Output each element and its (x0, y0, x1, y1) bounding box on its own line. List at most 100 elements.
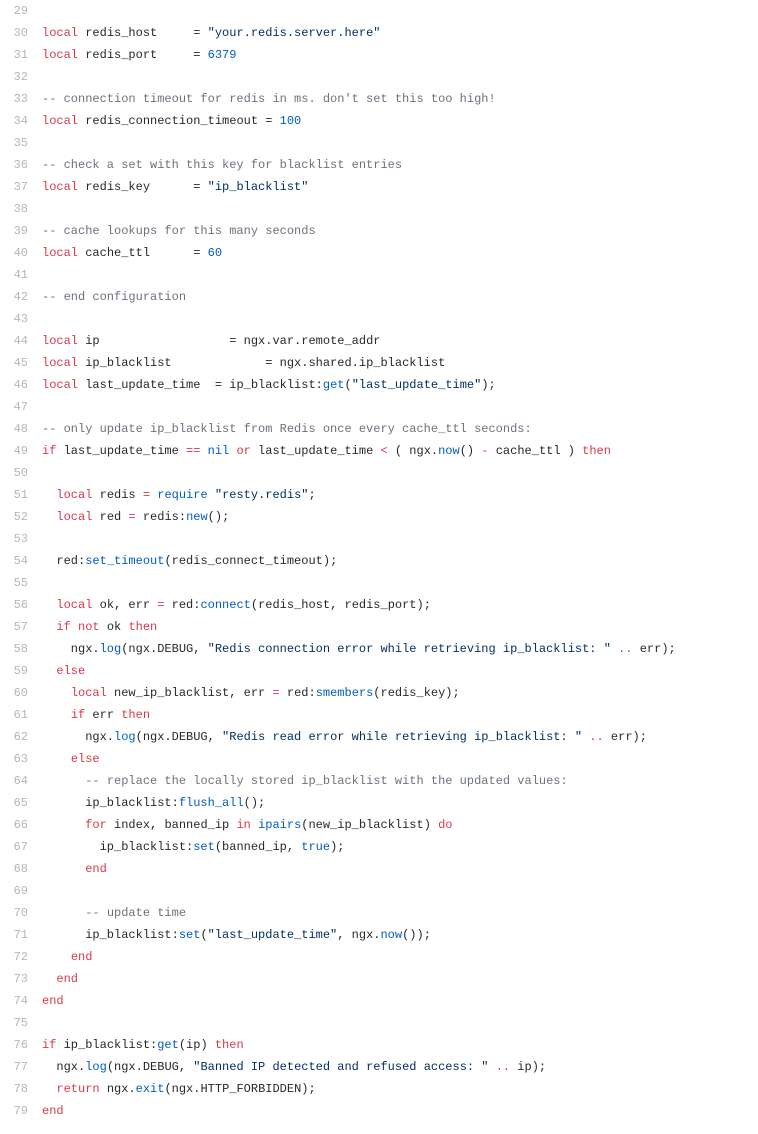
line-content: ngx.log(ngx.DEBUG, "Banned IP detected a… (42, 1056, 758, 1078)
token-id: (ngx.HTTP_FORBIDDEN); (164, 1082, 315, 1096)
token-str: "ip_blacklist" (208, 180, 309, 194)
line-content: -- end configuration (42, 286, 758, 308)
line-content: local redis = require "resty.redis"; (42, 484, 758, 506)
token-cmt: -- end configuration (42, 290, 186, 304)
code-line: 49if last_update_time == nil or last_upd… (0, 440, 758, 462)
token-kw: == (186, 444, 200, 458)
code-line: 75 (0, 1012, 758, 1034)
code-line: 46local last_update_time = ip_blacklist:… (0, 374, 758, 396)
token-id: new_ip_blacklist, err (107, 686, 273, 700)
code-line: 64 -- replace the locally stored ip_blac… (0, 770, 758, 792)
line-content: for index, banned_ip in ipairs(new_ip_bl… (42, 814, 758, 836)
token-id: ngx. (42, 1060, 85, 1074)
token-id (42, 1082, 56, 1096)
line-content (42, 396, 758, 418)
token-kw: else (56, 664, 85, 678)
line-content: end (42, 1100, 758, 1122)
token-kw: local (42, 114, 78, 128)
code-line: 69 (0, 880, 758, 902)
line-number: 50 (0, 462, 42, 484)
token-fn: get (323, 378, 345, 392)
line-content: return ngx.exit(ngx.HTTP_FORBIDDEN); (42, 1078, 758, 1100)
line-number: 59 (0, 660, 42, 682)
token-id: ip_blacklist: (42, 796, 179, 810)
line-number: 43 (0, 308, 42, 330)
token-kw: then (582, 444, 611, 458)
token-num: 6379 (208, 48, 237, 62)
line-number: 54 (0, 550, 42, 572)
token-kw: local (42, 356, 78, 370)
token-id: (banned_ip, (215, 840, 301, 854)
line-number: 62 (0, 726, 42, 748)
token-id: ip); (510, 1060, 546, 1074)
line-number: 63 (0, 748, 42, 770)
code-line: 77 ngx.log(ngx.DEBUG, "Banned IP detecte… (0, 1056, 758, 1078)
token-id: err (85, 708, 121, 722)
token-id: red: (42, 554, 85, 568)
line-number: 57 (0, 616, 42, 638)
token-kw: if (71, 708, 85, 722)
code-line: 66 for index, banned_ip in ipairs(new_ip… (0, 814, 758, 836)
token-id: redis_connection_timeout (78, 114, 265, 128)
token-kw: if (56, 620, 70, 634)
line-content: local redis_key = "ip_blacklist" (42, 176, 758, 198)
token-id: = (265, 114, 279, 128)
token-str: "last_update_time" (208, 928, 338, 942)
line-number: 74 (0, 990, 42, 1012)
token-id: = ngx.shared.ip_blacklist (265, 356, 445, 370)
line-number: 66 (0, 814, 42, 836)
token-fn: now (380, 928, 402, 942)
token-fn: get (157, 1038, 179, 1052)
token-fn: log (100, 642, 122, 656)
token-id: redis_port (78, 48, 193, 62)
token-cmt: -- cache lookups for this many seconds (42, 224, 316, 238)
code-line: 38 (0, 198, 758, 220)
token-id: ( ngx. (388, 444, 438, 458)
code-line: 72 end (0, 946, 758, 968)
token-kw: end (42, 994, 64, 1008)
code-line: 50 (0, 462, 758, 484)
token-id: err); (633, 642, 676, 656)
token-fn: set_timeout (85, 554, 164, 568)
line-number: 67 (0, 836, 42, 858)
code-line: 57 if not ok then (0, 616, 758, 638)
line-number: 58 (0, 638, 42, 660)
token-id: cache_ttl ) (489, 444, 583, 458)
line-content: -- check a set with this key for blackli… (42, 154, 758, 176)
line-number: 77 (0, 1056, 42, 1078)
token-id (42, 488, 56, 502)
token-id (71, 620, 78, 634)
line-number: 31 (0, 44, 42, 66)
line-number: 70 (0, 902, 42, 924)
line-number: 72 (0, 946, 42, 968)
line-content: if not ok then (42, 616, 758, 638)
line-content (42, 132, 758, 154)
token-id (42, 664, 56, 678)
line-number: 42 (0, 286, 42, 308)
token-kw: - (481, 444, 488, 458)
code-line: 44local ip = ngx.var.remote_addr (0, 330, 758, 352)
token-id: ok (100, 620, 129, 634)
line-number: 60 (0, 682, 42, 704)
line-content: ngx.log(ngx.DEBUG, "Redis read error whi… (42, 726, 758, 748)
token-id: = (193, 246, 207, 260)
line-number: 49 (0, 440, 42, 462)
code-line: 60 local new_ip_blacklist, err = red:sme… (0, 682, 758, 704)
token-id: (ngx.DEBUG, (121, 642, 207, 656)
code-block: 29 30local redis_host = "your.redis.serv… (0, 0, 758, 1122)
code-line: 76if ip_blacklist:get(ip) then (0, 1034, 758, 1056)
line-number: 68 (0, 858, 42, 880)
line-content: end (42, 858, 758, 880)
line-number: 53 (0, 528, 42, 550)
line-number: 64 (0, 770, 42, 792)
code-line: 56 local ok, err = red:connect(redis_hos… (0, 594, 758, 616)
token-id: last_update_time (251, 444, 381, 458)
token-kw: .. (589, 730, 603, 744)
token-str: "Redis connection error while retrieving… (208, 642, 611, 656)
code-line: 73 end (0, 968, 758, 990)
line-content: local redis_host = "your.redis.server.he… (42, 22, 758, 44)
token-id: ; (309, 488, 316, 502)
token-bool: nil (208, 444, 230, 458)
token-kw: not (78, 620, 100, 634)
line-content (42, 572, 758, 594)
